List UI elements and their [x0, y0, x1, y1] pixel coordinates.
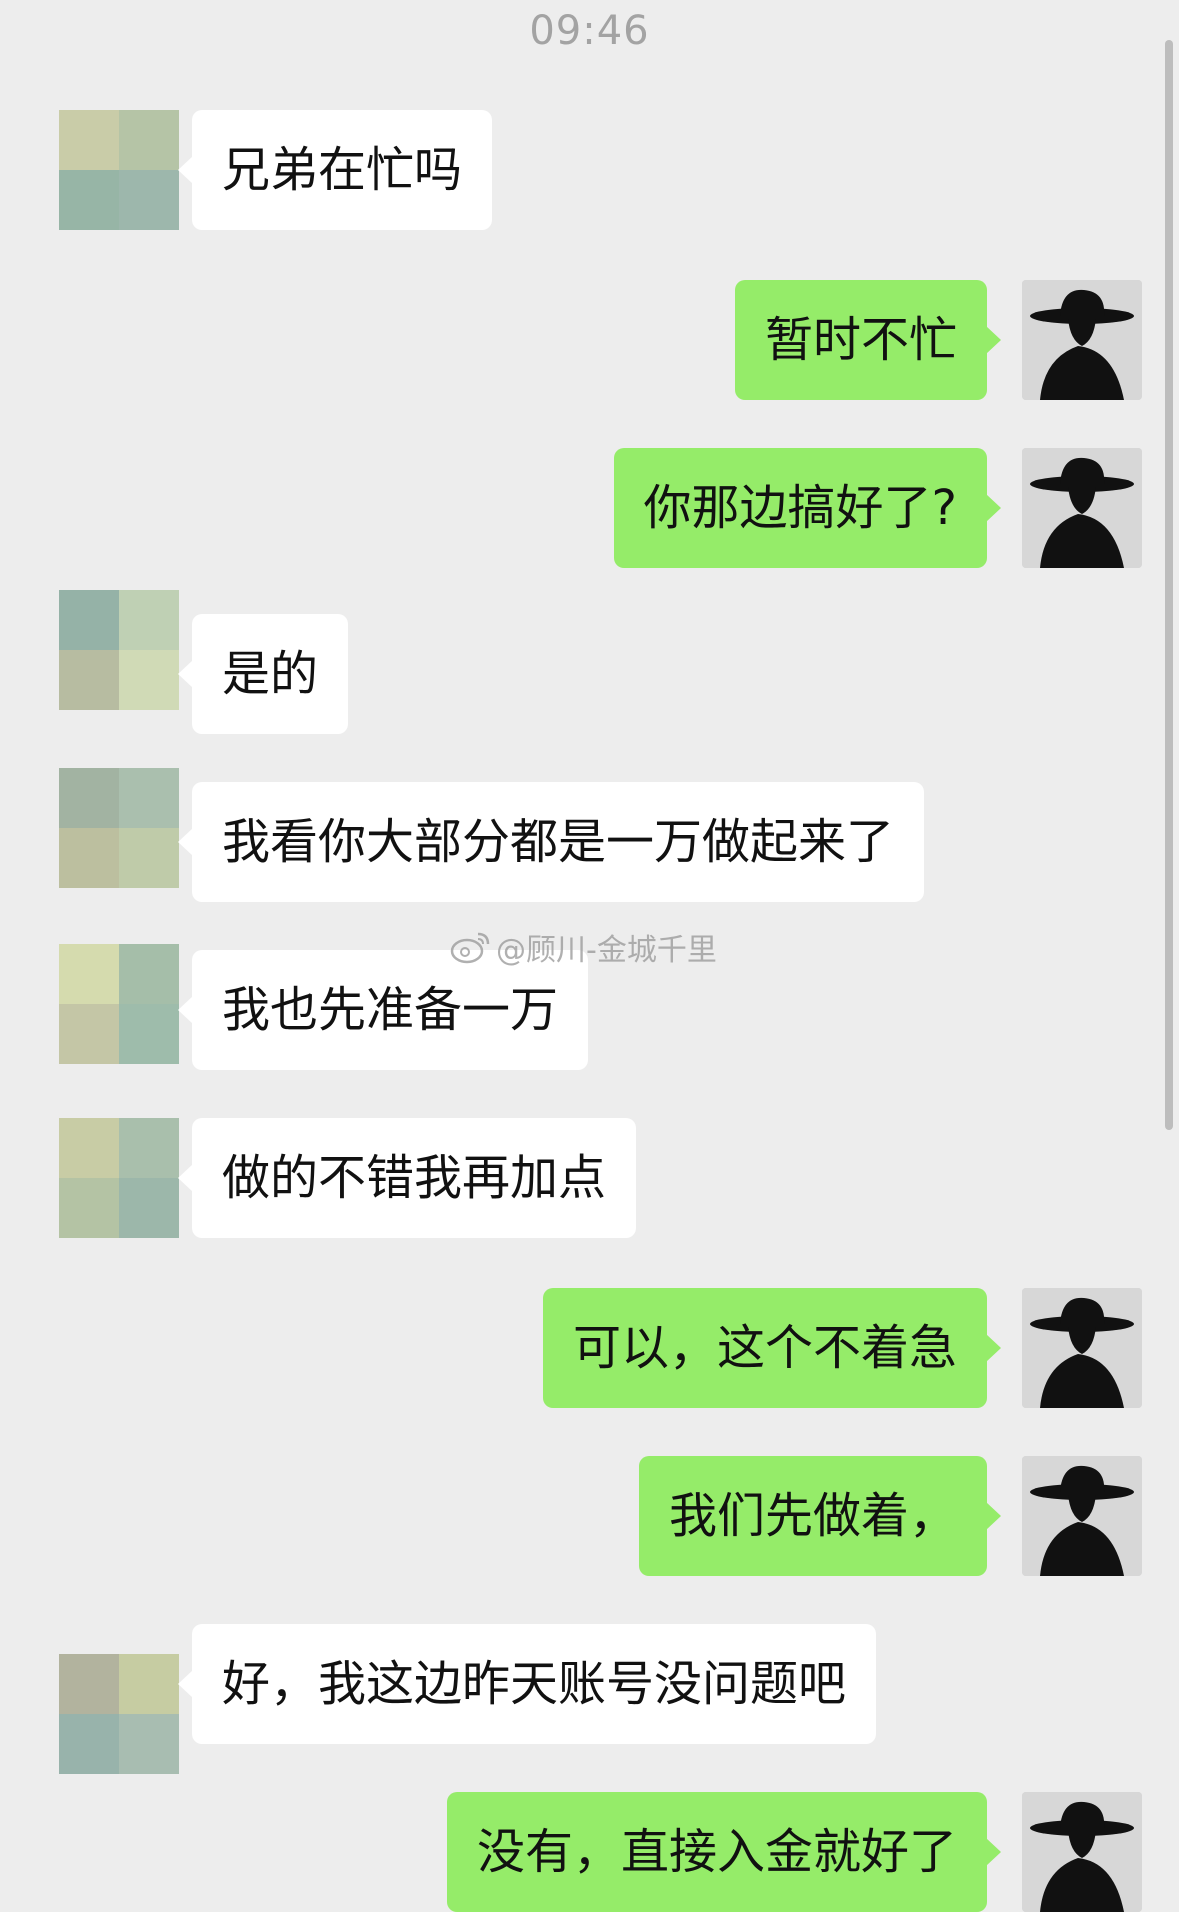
silhouette-hat-avatar-icon: [1022, 1792, 1142, 1912]
message-row: 好，我这边昨天账号没问题吧: [0, 1624, 1179, 1774]
message-row: 做的不错我再加点: [0, 1118, 1179, 1238]
message-row: 我们先做着，: [0, 1456, 1179, 1576]
received-message[interactable]: 兄弟在忙吗: [177, 110, 493, 230]
message-row: 你那边搞好了?: [0, 448, 1179, 568]
scrollbar[interactable]: [1165, 40, 1173, 1130]
contact-avatar[interactable]: [59, 590, 179, 710]
received-message[interactable]: 做的不错我再加点: [177, 1118, 637, 1238]
mosaic-blurred-avatar-icon: [59, 1118, 179, 1238]
mosaic-blurred-avatar-icon: [59, 944, 179, 1064]
silhouette-hat-avatar-icon: [1022, 280, 1142, 400]
message-row: 我看你大部分都是一万做起来了: [0, 768, 1179, 902]
my-avatar[interactable]: [1022, 1792, 1142, 1912]
contact-avatar[interactable]: [59, 110, 179, 230]
silhouette-hat-avatar-icon: [1022, 448, 1142, 568]
weibo-icon: [450, 932, 490, 964]
contact-avatar[interactable]: [59, 944, 179, 1064]
my-avatar[interactable]: [1022, 280, 1142, 400]
mosaic-blurred-avatar-icon: [59, 590, 179, 710]
message-row: 暂时不忙: [0, 280, 1179, 400]
contact-avatar[interactable]: [59, 1118, 179, 1238]
message-row: 是的: [0, 590, 1179, 734]
message-row: 兄弟在忙吗: [0, 110, 1179, 230]
my-avatar[interactable]: [1022, 448, 1142, 568]
received-message[interactable]: 好，我这边昨天账号没问题吧: [177, 1624, 877, 1744]
sent-message[interactable]: 可以，这个不着急: [542, 1288, 1002, 1408]
message-row: 没有，直接入金就好了: [0, 1792, 1179, 1912]
contact-avatar[interactable]: [59, 1654, 179, 1774]
received-message[interactable]: 是的: [177, 614, 349, 734]
message-row: 可以，这个不着急: [0, 1288, 1179, 1408]
mosaic-blurred-avatar-icon: [59, 1654, 179, 1774]
my-avatar[interactable]: [1022, 1456, 1142, 1576]
sent-message[interactable]: 暂时不忙: [734, 280, 1002, 400]
sent-message[interactable]: 你那边搞好了?: [613, 448, 1002, 568]
silhouette-hat-avatar-icon: [1022, 1456, 1142, 1576]
watermark: @顾川-金城千里: [450, 925, 717, 969]
mosaic-blurred-avatar-icon: [59, 768, 179, 888]
my-avatar[interactable]: [1022, 1288, 1142, 1408]
mosaic-blurred-avatar-icon: [59, 110, 179, 230]
watermark-text: @顾川-金城千里: [496, 933, 717, 968]
sent-message[interactable]: 没有，直接入金就好了: [446, 1792, 1002, 1912]
contact-avatar[interactable]: [59, 768, 179, 888]
silhouette-hat-avatar-icon: [1022, 1288, 1142, 1408]
timestamp: 09:46: [529, 8, 650, 54]
sent-message[interactable]: 我们先做着，: [638, 1456, 1002, 1576]
received-message[interactable]: 我看你大部分都是一万做起来了: [177, 782, 925, 902]
